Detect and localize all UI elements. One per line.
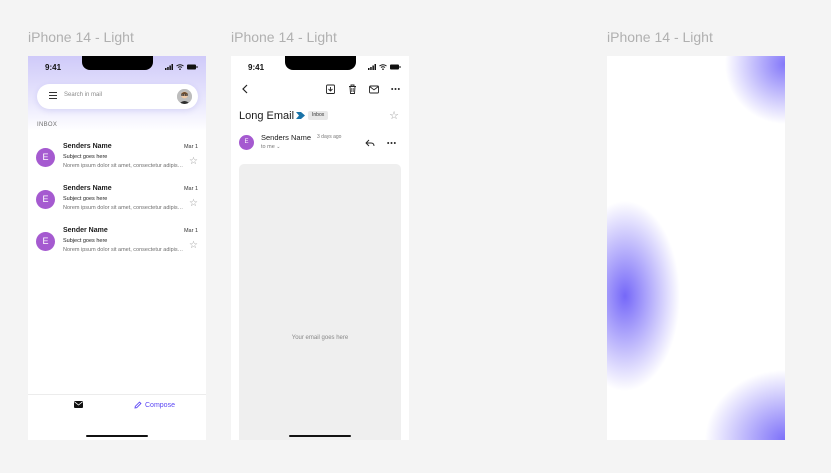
chevron-down-icon: ⌄ (276, 144, 281, 150)
email-subject: Subject goes here (63, 238, 108, 244)
sender-avatar: E (36, 190, 55, 209)
sender-name: Senders Name (261, 133, 312, 142)
search-input[interactable]: Search in mail (64, 92, 102, 98)
frame-label-2: iPhone 14 - Light (231, 29, 337, 45)
search-bar[interactable]: Search in mail (37, 84, 198, 109)
star-icon[interactable]: ☆ (189, 156, 198, 167)
home-indicator (289, 435, 351, 437)
sender-avatar: E (36, 232, 55, 251)
pencil-icon (134, 401, 142, 409)
bottom-nav: Compose (28, 394, 206, 440)
frame-label-1: iPhone 14 - Light (28, 29, 134, 45)
email-title: Long Email (239, 110, 295, 122)
mail-icon[interactable] (74, 401, 83, 408)
sender-avatar: E (36, 148, 55, 167)
star-icon[interactable]: ☆ (389, 109, 399, 122)
trash-icon[interactable] (348, 84, 357, 94)
notch (285, 56, 356, 70)
email-date: Mar 1 (183, 144, 198, 150)
email-list-item[interactable]: E Senders Name Mar 1 Subject goes here N… (28, 142, 206, 176)
status-time: 9:41 (45, 63, 62, 72)
email-sender: Senders Name (63, 185, 112, 192)
sender-avatar: E (239, 135, 254, 150)
status-icons (165, 64, 198, 70)
recipient-label: to me (261, 144, 275, 150)
signal-icon (165, 64, 173, 70)
email-body-placeholder: Your email goes here (291, 335, 349, 341)
status-bar: 9:41 (28, 56, 206, 78)
star-icon[interactable]: ☆ (189, 240, 198, 251)
status-bar: 9:41 (231, 56, 409, 78)
inbox-chip[interactable]: Inbox (308, 111, 329, 120)
email-detail-screen: 9:41 Long Email Inbox ☆ E Senders Name 3… (231, 56, 409, 440)
compose-button[interactable]: Compose (134, 401, 175, 409)
label-arrow-icon (296, 112, 305, 119)
home-indicator (86, 435, 148, 437)
mark-unread-icon[interactable] (369, 84, 379, 94)
email-preview: Norem ipsum dolor sit amet, consectetur … (63, 247, 185, 253)
profile-avatar-icon (177, 89, 192, 104)
inbox-section-label: INBOX (37, 122, 58, 128)
reply-icon[interactable] (365, 139, 375, 147)
recipient-toggle[interactable]: to me ⌄ (261, 144, 281, 150)
more-options-icon[interactable] (387, 139, 396, 147)
email-date: Mar 1 (183, 228, 198, 234)
frame-label-3: iPhone 14 - Light (607, 29, 713, 45)
status-icons (368, 64, 401, 70)
detail-toolbar (231, 84, 409, 98)
email-list-item[interactable]: E Senders Name Mar 1 Subject goes here N… (28, 184, 206, 218)
email-date: Mar 1 (183, 186, 198, 192)
battery-icon (390, 64, 401, 70)
battery-icon (187, 64, 198, 70)
wifi-icon (176, 64, 184, 70)
more-options-icon[interactable] (391, 84, 400, 94)
star-icon[interactable]: ☆ (189, 198, 198, 209)
back-arrow-icon[interactable] (241, 84, 249, 94)
wifi-icon (379, 64, 387, 70)
email-body: Your email goes here (239, 164, 401, 440)
email-subject: Subject goes here (63, 196, 108, 202)
menu-icon[interactable] (49, 92, 57, 99)
notch (82, 56, 153, 70)
email-list-item[interactable]: E Sender Name Mar 1 Subject goes here No… (28, 226, 206, 260)
status-time: 9:41 (248, 63, 265, 72)
archive-icon[interactable] (326, 84, 335, 94)
compose-label: Compose (145, 401, 175, 409)
email-sender: Sender Name (63, 227, 108, 234)
email-sender: Senders Name (63, 143, 112, 150)
avatar[interactable] (177, 89, 192, 104)
gradient-background-frame (607, 56, 785, 440)
email-preview: Norem ipsum dolor sit amet, consectetur … (63, 205, 185, 211)
signal-icon (368, 64, 376, 70)
sent-time: 3 days ago (317, 134, 342, 140)
email-subject: Subject goes here (63, 154, 108, 160)
inbox-screen: 9:41 Search in mail INBOX E Senders Name… (28, 56, 206, 440)
email-preview: Norem ipsum dolor sit amet, consectetur … (63, 163, 185, 169)
